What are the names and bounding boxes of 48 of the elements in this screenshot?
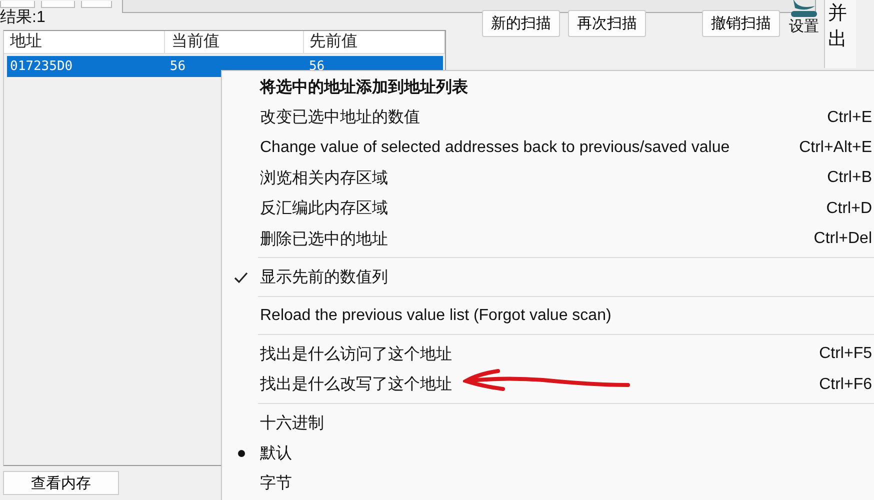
column-header[interactable]: 先前值 <box>304 31 445 53</box>
shortcut-label: Ctrl+D <box>826 200 873 218</box>
column-header[interactable]: 当前值 <box>165 31 304 53</box>
menu-label: 删除已选中的地址 <box>260 230 388 250</box>
menu-label: 浏览相关内存区域 <box>260 168 388 189</box>
menu-item[interactable]: 十六进制 <box>222 408 874 438</box>
menu-label: 改变已选中地址的数值 <box>260 108 420 128</box>
menu-item[interactable]: 反汇编此内存区域 Ctrl+D <box>222 194 874 224</box>
tool-button[interactable] <box>0 1 35 8</box>
column-header[interactable]: 地址 <box>4 31 166 53</box>
menu-item[interactable]: 找出是什么改写了这个地址 Ctrl+F6 <box>222 370 874 400</box>
menu-item[interactable]: 显示先前的数值列 <box>222 262 874 293</box>
menu-label: 将选中的地址添加到地址列表 <box>260 78 468 98</box>
shortcut-label: Ctrl+F5 <box>819 345 873 364</box>
menu-item[interactable]: Change value of selected addresses back to previous/saved value Ctrl+Alt+E <box>222 132 874 164</box>
tool-button[interactable] <box>41 1 75 8</box>
scan-button[interactable]: 再次扫描 <box>568 10 646 37</box>
menu-label: 反汇编此内存区域 <box>260 198 388 220</box>
menu-label: 显示先前的数值列 <box>260 268 388 288</box>
menu-item[interactable]: 默认 <box>222 438 874 469</box>
shortcut-label: Ctrl+E <box>827 108 873 127</box>
menu-item[interactable]: 删除已选中的地址 Ctrl+Del <box>222 224 874 254</box>
table-cell-text: 56 <box>168 58 187 76</box>
menu-item[interactable]: 找出是什么访问了这个地址 Ctrl+F5 <box>222 339 874 370</box>
shortcut-label: Ctrl+Del <box>814 230 873 248</box>
shortcut-label: Ctrl+F6 <box>819 376 873 394</box>
shortcut-label: Ctrl+Alt+E <box>799 138 873 157</box>
side-text: 出 <box>828 28 848 52</box>
scan-button[interactable]: 撤销扫描 <box>702 10 780 37</box>
menu-item[interactable]: 改变已选中地址的数值 Ctrl+E <box>222 102 874 133</box>
side-text: 并 <box>828 2 848 26</box>
table-cell-text: 017235D0 <box>9 58 74 76</box>
tool-button[interactable] <box>81 1 112 8</box>
menu-label: 十六进制 <box>260 414 324 434</box>
menu-label: 找出是什么访问了这个地址 <box>260 344 452 365</box>
shortcut-label: Ctrl+B <box>827 169 873 188</box>
menu-label: 找出是什么改写了这个地址 <box>260 374 452 396</box>
menu-label: Change value of selected addresses back to previous/saved value <box>260 138 730 157</box>
menu-item[interactable]: Reload the previous value list (Forgot value scan) <box>222 300 874 332</box>
menu-label: 字节 <box>260 474 292 494</box>
scan-button[interactable]: 新的扫描 <box>482 10 560 37</box>
menu-label: Reload the previous value list (Forgot value scan) <box>260 306 612 325</box>
menu-item[interactable]: 浏览相关内存区域 Ctrl+B <box>222 163 874 194</box>
menu-label: 默认 <box>260 444 292 464</box>
menu-item[interactable]: 字节 <box>222 468 874 500</box>
result-count: 结果:1 <box>0 8 46 28</box>
settings-label[interactable]: 设置 <box>789 18 819 36</box>
view-memory-button[interactable]: 查看内存 <box>3 471 119 495</box>
